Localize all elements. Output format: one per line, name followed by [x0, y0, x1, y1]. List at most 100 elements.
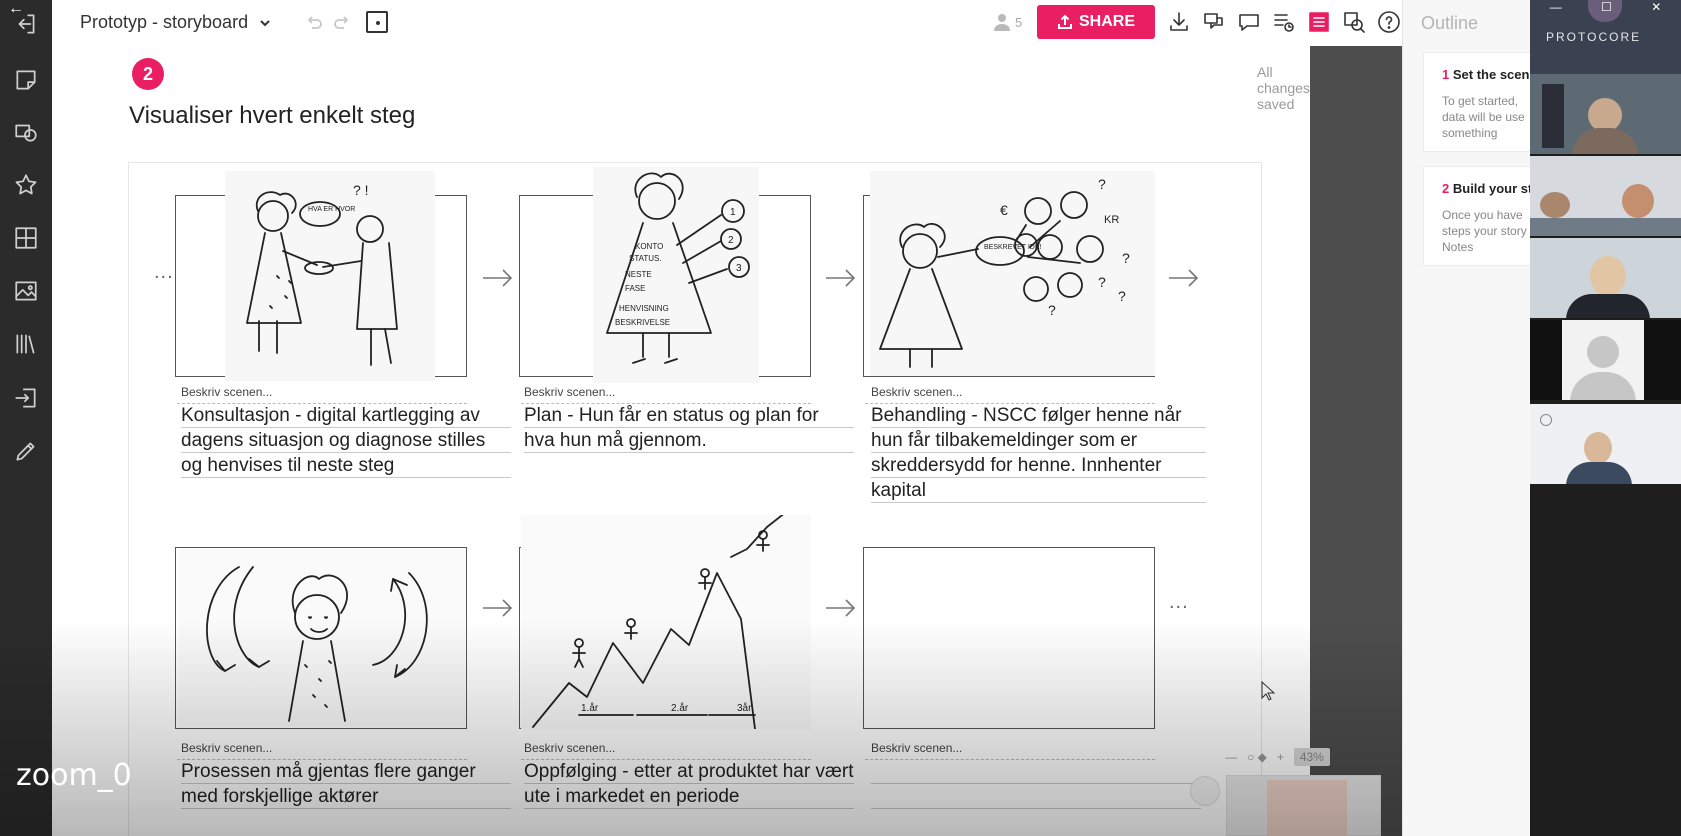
sketch-treatment[interactable]: BESKREVET IDE! € KR ? ? ? ? ? — [870, 171, 1155, 376]
more-after-indicator[interactable]: ... — [1169, 591, 1189, 614]
star-icon[interactable] — [12, 171, 40, 199]
scene-hint-3: Beskriv scenen... — [871, 385, 963, 399]
avatar-head — [1587, 336, 1619, 368]
more-before-indicator[interactable]: ... — [154, 261, 174, 284]
shapes-icon[interactable] — [12, 118, 40, 146]
step-number-badge: 2 — [132, 58, 164, 90]
arrow-right-icon — [481, 591, 515, 625]
undo-redo-group — [304, 12, 352, 32]
import-icon[interactable] — [12, 384, 40, 412]
zoom-percent: 43% — [1293, 748, 1330, 766]
maximize-icon[interactable]: ☐ — [1601, 0, 1612, 16]
share-label: SHARE — [1078, 13, 1135, 30]
storyboard-frame-6[interactable] — [863, 547, 1155, 729]
mouse-cursor-icon — [1261, 681, 1275, 701]
zoom-slider[interactable]: ○ ◆ — [1247, 750, 1267, 764]
sketch-mark-1: € — [1000, 202, 1008, 218]
grid-icon[interactable] — [12, 224, 40, 252]
scene-caption-2[interactable]: Plan - Hun får en status og plan for hva… — [524, 403, 854, 453]
sketch-repeat[interactable] — [179, 549, 465, 727]
zoom-out-icon[interactable]: — — [1225, 750, 1237, 764]
sketch-mark-5: ? — [1118, 288, 1126, 304]
app-window: ← Prototyp - storyboard 5 SHARE All chan… — [0, 0, 1681, 836]
step-title: Visualiser hvert enkelt steg — [129, 102, 416, 129]
video-tile-2[interactable] — [1530, 74, 1681, 154]
document-title-dropdown[interactable]: Prototyp - storyboard — [80, 12, 272, 33]
top-bar: Prototyp - storyboard 5 SHARE — [52, 0, 1402, 46]
pencil-icon[interactable] — [12, 437, 40, 465]
image-icon[interactable] — [12, 277, 40, 305]
sketch-dress-2: STATUS. — [629, 254, 662, 263]
user-count[interactable]: 5 — [992, 12, 1022, 32]
scene-caption-3[interactable]: Behandling - NSCC følger henne når hun f… — [871, 403, 1206, 503]
canvas[interactable]: All changes saved 2 Visualiser hvert enk… — [52, 46, 1310, 836]
outline-body-line: data will be use — [1442, 110, 1525, 124]
scene-hint-1: Beskriv scenen... — [181, 385, 273, 399]
canvas-overlay-strip — [1310, 46, 1402, 836]
outline-body-line: Once you have — [1442, 208, 1523, 222]
avatar-body — [1570, 372, 1636, 400]
minimize-icon[interactable]: — — [1550, 0, 1562, 16]
exit-icon[interactable] — [12, 10, 40, 38]
library-icon[interactable] — [12, 330, 40, 358]
sketch-dress-3: NESTE — [625, 270, 652, 279]
scene-hint-2: Beskriv scenen... — [524, 385, 616, 399]
scene-caption-1[interactable]: Konsultasjon - digital kartlegging av da… — [181, 403, 511, 478]
help-icon[interactable] — [1375, 8, 1403, 36]
video-gallery: PROTOCORE — [1530, 0, 1681, 836]
close-icon[interactable]: ✕ — [1651, 0, 1661, 16]
participant-body — [1530, 218, 1681, 236]
arrow-right-icon — [481, 261, 515, 295]
scene-hint-6: Beskriv scenen... — [871, 741, 963, 755]
video-tile-4[interactable] — [1530, 238, 1681, 318]
download-icon[interactable] — [1165, 8, 1193, 36]
participant-head — [1588, 98, 1622, 132]
redo-icon[interactable] — [332, 12, 352, 32]
outline-item-number: 2 — [1442, 181, 1450, 196]
sketch-dress-6: BESKRIVELSE — [615, 318, 670, 327]
sticky-note-icon[interactable] — [12, 66, 40, 94]
sketch-dress-5: HENVISNING — [619, 304, 669, 313]
scene-caption-6[interactable] — [871, 759, 1201, 809]
participant-head — [1584, 432, 1612, 464]
sketch-circle-2: 2 — [728, 235, 734, 246]
toolbar-icons — [1165, 8, 1403, 36]
video-tile-5[interactable] — [1530, 320, 1681, 400]
sketch-plan[interactable]: KONTO STATUS. NESTE FASE HENVISNING BESK… — [593, 167, 759, 383]
share-button[interactable]: SHARE — [1037, 5, 1155, 39]
scene-caption-4[interactable]: Prosessen må gjentas flere ganger med fo… — [181, 759, 511, 809]
sketch-marks: ? ! — [353, 182, 369, 198]
outline-item-title: Build your st — [1452, 181, 1531, 196]
video-tile-3[interactable] — [1530, 156, 1681, 236]
chat-icon[interactable] — [1235, 8, 1263, 36]
outline-icon[interactable] — [1305, 8, 1333, 36]
minimap-viewport[interactable] — [1267, 780, 1347, 836]
sketch-mountain[interactable]: 1.år 2.år 3år — [521, 504, 811, 730]
sketch-year-3: 3år — [737, 702, 752, 714]
minimap[interactable] — [1226, 775, 1381, 836]
outline-item-2[interactable]: 2 Build your st Once you have steps your… — [1423, 166, 1531, 266]
search-icon[interactable] — [1340, 8, 1368, 36]
arrow-right-icon — [824, 261, 858, 295]
participant-head — [1540, 192, 1570, 218]
user-count-value: 5 — [1015, 14, 1023, 30]
sketch-consultation[interactable]: HVA ER HVOR ? ! — [225, 171, 435, 381]
sketch-year-1: 1.år — [581, 702, 599, 714]
fit-view-button[interactable] — [1190, 776, 1220, 806]
arrow-right-icon — [1167, 261, 1201, 295]
sketch-mark-4: ? — [1122, 250, 1130, 266]
outline-panel: Outline 1 Set the scene To get started, … — [1402, 0, 1531, 836]
video-tile-6[interactable] — [1530, 404, 1681, 484]
activity-list-icon[interactable] — [1270, 8, 1298, 36]
undo-icon[interactable] — [304, 12, 324, 32]
scene-hint-5: Beskriv scenen... — [524, 741, 616, 755]
zoom-in-icon[interactable]: + — [1277, 750, 1284, 764]
video-logo-text: PROTOCORE — [1546, 30, 1642, 44]
comments-icon[interactable] — [1200, 8, 1228, 36]
present-frame-button[interactable] — [366, 11, 388, 33]
outline-item-1[interactable]: 1 Set the scene To get started, data wil… — [1423, 52, 1531, 152]
zoom-overlay-label: zoom_0 — [16, 758, 132, 793]
scene-caption-5[interactable]: Oppfølging - etter at produktet har vært… — [524, 759, 854, 809]
org-logo-icon — [1540, 414, 1552, 426]
participant-head — [1622, 184, 1654, 218]
